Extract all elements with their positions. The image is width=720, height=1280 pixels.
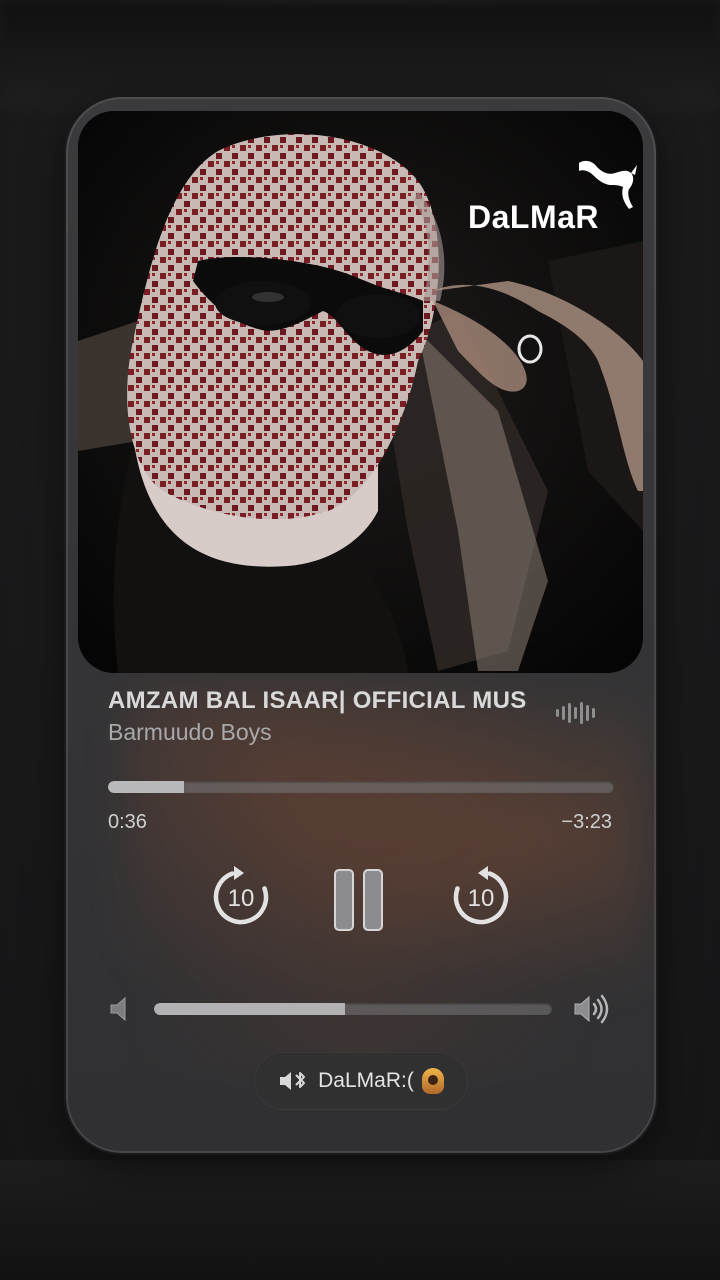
elapsed-time: 0:36 <box>108 811 147 833</box>
artwork-watermark: DaLMaR <box>467 199 599 235</box>
now-playing-card: DaLMaR AMZAM BAL ISAAR| OFFICIAL MUSIC B… <box>66 97 656 1153</box>
output-device-button[interactable]: DaLMaR:( <box>254 1052 468 1110</box>
playback-scrubber[interactable] <box>108 781 614 793</box>
skip-back-10-icon: 10 <box>213 866 269 925</box>
volume-level-fill <box>154 1003 346 1015</box>
track-artist[interactable]: Barmuudo Boys <box>108 719 272 746</box>
skip-back-button[interactable]: 10 <box>208 863 274 934</box>
playback-progress-fill <box>108 781 184 793</box>
volume-high-icon[interactable] <box>572 993 612 1030</box>
speaker-bluetooth-icon <box>280 1072 306 1090</box>
skip-back-seconds: 10 <box>228 885 255 912</box>
volume-low-icon[interactable] <box>108 995 132 1028</box>
volume-slider[interactable] <box>154 1003 552 1015</box>
skip-forward-10-icon: 10 <box>453 866 509 925</box>
emoji-icon <box>421 1068 444 1094</box>
album-artwork[interactable]: DaLMaR <box>78 111 643 673</box>
skip-forward-button[interactable]: 10 <box>448 863 514 934</box>
background-bottom <box>0 1160 720 1280</box>
artwork-illustration <box>78 111 643 673</box>
track-title: AMZAM BAL ISAAR| OFFICIAL MUSIC <box>108 687 528 714</box>
background-top <box>0 0 720 110</box>
pause-icon <box>334 869 383 931</box>
remaining-time: −3:23 <box>561 811 612 833</box>
skip-forward-seconds: 10 <box>468 885 495 912</box>
output-device-label: DaLMaR:( <box>318 1069 414 1092</box>
audio-waveform-icon[interactable] <box>554 699 598 732</box>
player-screen: DaLMaR AMZAM BAL ISAAR| OFFICIAL MUSIC B… <box>0 0 720 1280</box>
pause-button[interactable] <box>331 867 387 938</box>
